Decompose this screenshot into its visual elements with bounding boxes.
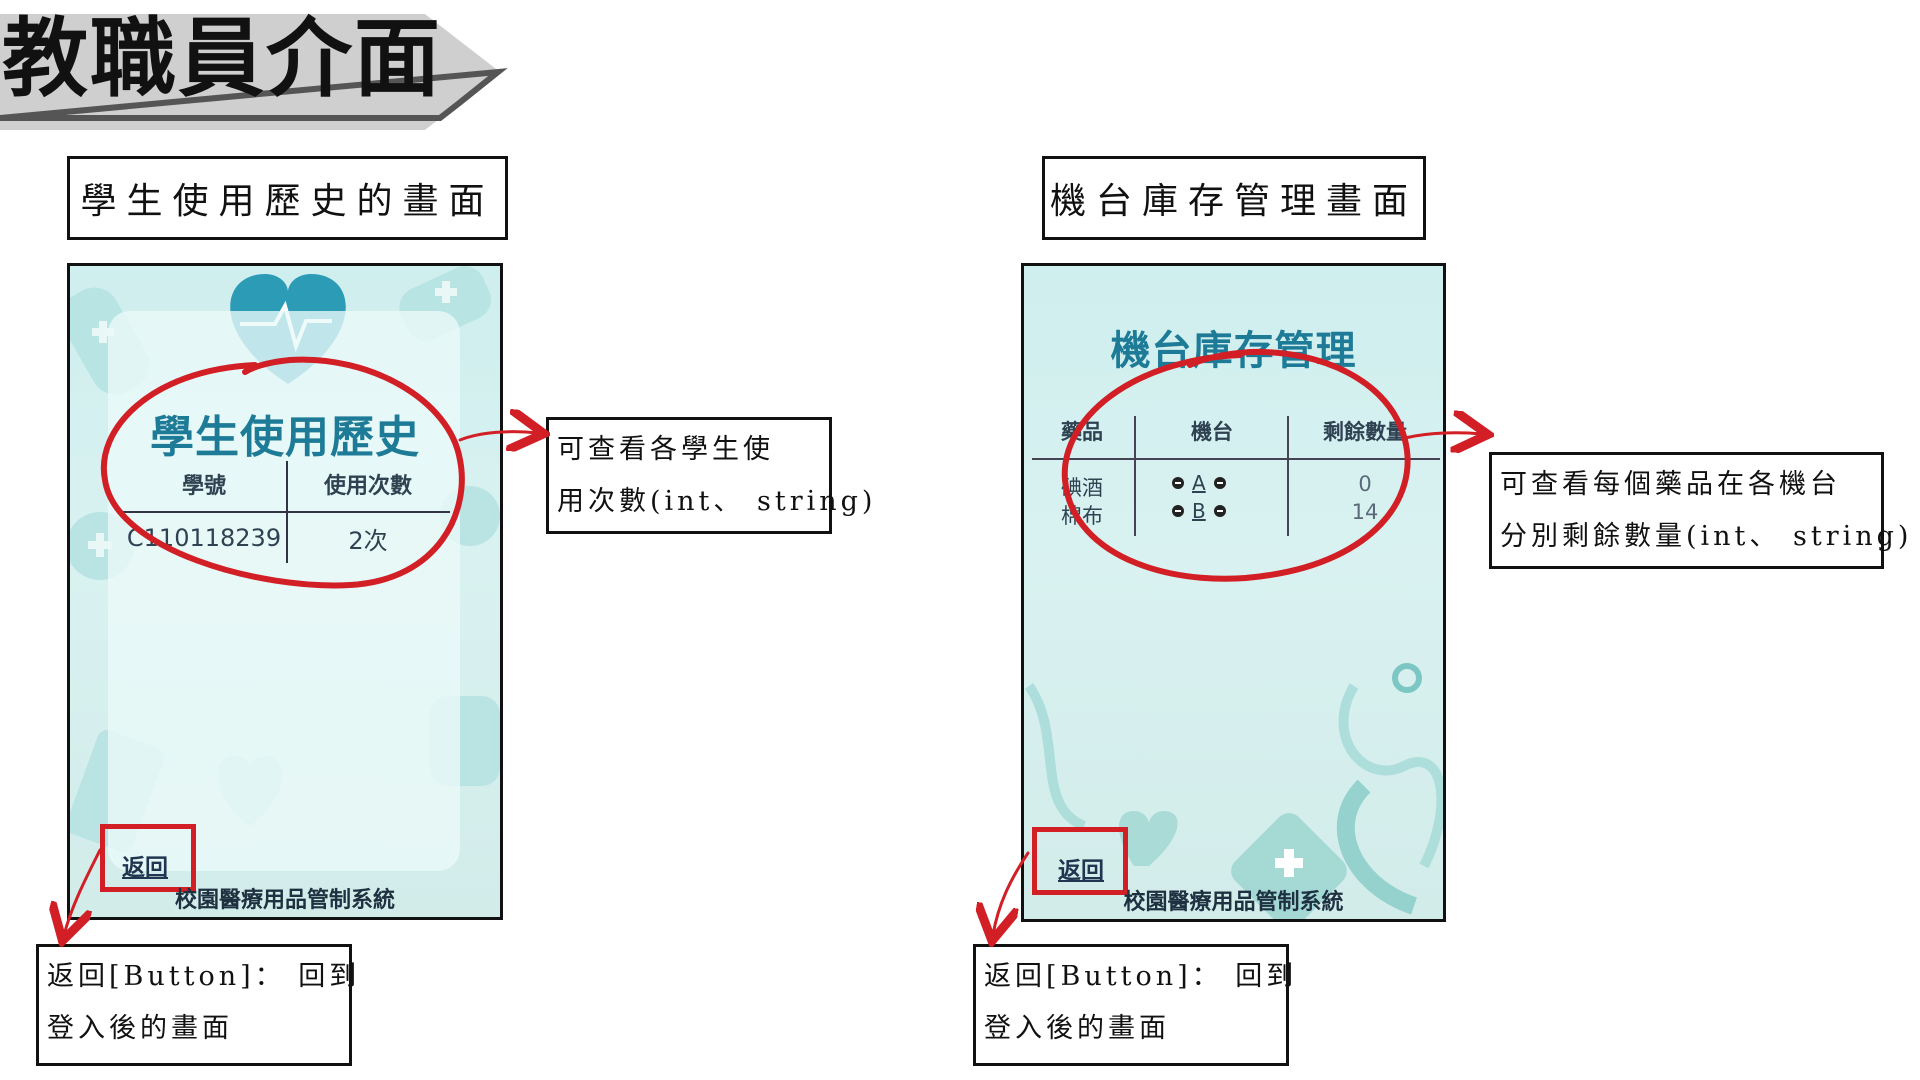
decrement-icon[interactable]	[1172, 505, 1184, 517]
note-line: 可查看每個藥品在各機台	[1500, 469, 1841, 500]
history-feature-note: 可查看各學生使 用次數(int、 string)	[546, 417, 877, 534]
column-header-machine: 機台	[1191, 420, 1233, 444]
increment-icon[interactable]	[1213, 505, 1226, 517]
history-back-note: 返回[Button]： 回到 登入後的畫面	[36, 944, 361, 1066]
machine-stepper[interactable]: A	[1172, 471, 1226, 495]
note-line: 登入後的畫面	[47, 1013, 233, 1044]
note-line: 返回[Button]： 回到	[984, 961, 1298, 992]
inventory-heading: 機台庫存管理	[1110, 328, 1357, 374]
item-cell: 碘酒	[1061, 476, 1103, 500]
page-title: 教職員介面	[2, 9, 442, 109]
remaining-cell: 0	[1358, 472, 1372, 496]
history-screen: 學生使用歷史 學號 使用次數 C110118239 2次 返回 校園醫療用品管制…	[67, 263, 503, 920]
note-line: 登入後的畫面	[984, 1013, 1170, 1044]
decrement-icon[interactable]	[1172, 477, 1184, 489]
note-line: 返回[Button]： 回到	[47, 961, 361, 992]
student-id-cell: C110118239	[126, 524, 282, 552]
history-heading: 學生使用歷史	[150, 412, 420, 463]
inventory-table: 藥品 機台 剩餘數量 碘酒 棉布 A B 0 14	[1032, 416, 1440, 546]
remaining-cell: 14	[1351, 500, 1379, 524]
machine-value: A	[1192, 471, 1206, 495]
history-card	[108, 311, 460, 871]
usage-count-cell: 2次	[348, 526, 388, 555]
inventory-section-label: 機台庫存管理畫面	[1042, 156, 1426, 240]
inventory-screen: 機台庫存管理 藥品 機台 剩餘數量 碘酒 棉布 A B 0 14 返回 校園醫療…	[1021, 263, 1446, 922]
title-banner: 教職員介面	[0, 0, 520, 135]
table-divider-vertical	[1134, 416, 1136, 536]
system-footer: 校園醫療用品管制系統	[1123, 890, 1344, 915]
note-line: 可查看各學生使	[557, 434, 774, 465]
note-line: 用次數(int、 string)	[557, 486, 877, 517]
table-divider-vertical	[1287, 416, 1289, 536]
history-table: 學號 使用次數 C110118239 2次	[122, 461, 450, 563]
machine-stepper[interactable]: B	[1172, 499, 1226, 523]
item-cell: 棉布	[1061, 504, 1103, 528]
column-header-student-id: 學號	[181, 474, 226, 499]
column-header-remaining: 剩餘數量	[1323, 420, 1407, 444]
system-footer: 校園醫療用品管制系統	[174, 888, 395, 913]
column-header-usage-count: 使用次數	[323, 474, 412, 499]
table-divider-horizontal	[1032, 458, 1440, 460]
increment-icon[interactable]	[1213, 477, 1226, 489]
inventory-back-note: 返回[Button]： 回到 登入後的畫面	[973, 944, 1298, 1066]
machine-value: B	[1192, 499, 1206, 523]
table-divider-horizontal	[122, 511, 450, 513]
column-header-item: 藥品	[1061, 420, 1103, 444]
inventory-feature-note: 可查看每個藥品在各機台 分別剩餘數量(int、 string)	[1489, 452, 1913, 569]
note-line: 分別剩餘數量(int、 string)	[1500, 521, 1913, 552]
history-section-label: 學生使用歷史的畫面	[67, 156, 508, 240]
